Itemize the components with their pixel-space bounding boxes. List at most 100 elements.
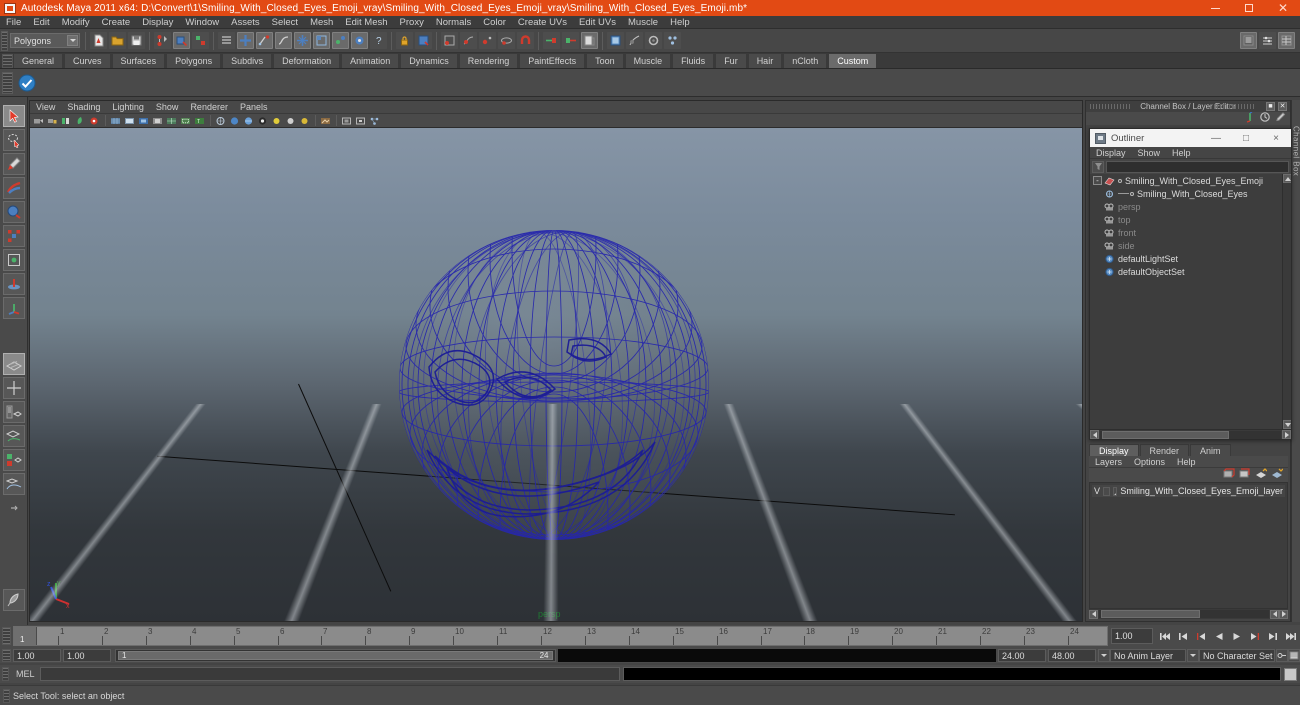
point-handle-icon[interactable] [237,32,254,49]
right-edge-dock-strip[interactable]: Channel Box [1291,100,1300,622]
shelf-tab-fur[interactable]: Fur [715,53,747,68]
outliner-tree[interactable]: - Smiling_With_Closed_Eyes_Emoji Smiling… [1090,174,1291,429]
outliner-maximize-button[interactable]: □ [1231,129,1261,147]
shelf-tab-muscle[interactable]: Muscle [625,53,672,68]
menu-edit-uvs[interactable]: Edit UVs [573,16,622,29]
component-mask-icon[interactable] [218,32,235,49]
layer-playback-toggle[interactable] [1103,487,1110,496]
outliner-close-button[interactable]: × [1261,129,1291,147]
outliner-expand-toggle[interactable]: - [1093,176,1102,185]
camera-attributes-icon[interactable] [60,115,73,127]
playback-options-chevron-icon[interactable] [1098,649,1110,662]
outliner-item-defaultlightset[interactable]: defaultLightSet [1090,252,1291,265]
menu-edit-mesh[interactable]: Edit Mesh [339,16,393,29]
outliner-horizontal-scrollbar[interactable] [1090,429,1291,439]
step-back-frame-icon[interactable] [1193,628,1209,644]
outliner-item-side[interactable]: side [1090,239,1291,252]
all-lights-icon[interactable] [284,115,297,127]
scroll-right-icon[interactable] [1282,430,1291,439]
outliner-item-smiling-with-closed-eyes[interactable]: Smiling_With_Closed_Eyes [1090,187,1291,200]
face-handle-icon[interactable] [294,32,311,49]
hull-handle-icon[interactable] [332,32,349,49]
scroll-right-icon[interactable] [1279,610,1288,619]
shelf-tab-fluids[interactable]: Fluids [672,53,714,68]
scroll-left-icon[interactable] [1090,430,1099,439]
layer-color-swatch[interactable] [1113,487,1117,496]
grid-toggle-icon[interactable] [109,115,122,127]
outliner-vertical-scrollbar[interactable] [1282,174,1291,429]
step-back-keyframe-icon[interactable] [1175,628,1191,644]
character-set-dropdown[interactable]: No Character Set [1199,649,1275,662]
menu-muscle[interactable]: Muscle [622,16,664,29]
current-frame-field[interactable]: 1.00 [1111,628,1153,644]
statusline-drag-handle[interactable] [1,31,8,51]
texture-toggle-icon[interactable] [319,115,332,127]
select-camera-icon[interactable] [32,115,45,127]
selection-mode-dropdown[interactable]: Polygons [10,33,80,48]
attribute-editor-icon[interactable] [1259,111,1271,126]
layer-down-icon[interactable] [1271,468,1283,482]
viewport-menu-panels[interactable]: Panels [234,101,274,114]
shelf-tab-dynamics[interactable]: Dynamics [400,53,458,68]
menu-help[interactable]: Help [664,16,696,29]
shelf-icons-drag-handle[interactable] [2,72,13,94]
more-layouts[interactable] [3,497,25,519]
safe-title-icon[interactable]: T [193,115,206,127]
ipr-render-icon[interactable] [626,32,643,49]
shelf-tab-deformation[interactable]: Deformation [273,53,340,68]
film-gate-icon[interactable] [123,115,136,127]
layer-menu-layers[interactable]: Layers [1089,456,1128,468]
go-to-end-icon[interactable] [1283,628,1299,644]
layer-list[interactable]: V Smiling_With_Closed_Eyes_Emoji_layer [1089,482,1288,609]
output-connection-icon[interactable] [562,32,579,49]
play-forwards-icon[interactable] [1229,628,1245,644]
scroll-left-icon-2[interactable] [1270,610,1279,619]
timeslider-track[interactable]: 1 12345678910111213141516171819202122232… [13,626,1108,646]
scale-tool[interactable] [3,225,25,247]
range-start-time-field[interactable]: 1.00 [63,649,111,662]
select-by-object-icon[interactable] [173,32,190,49]
new-layer-icon[interactable] [1223,468,1235,482]
paint-selection-tool[interactable] [3,153,25,175]
menu-proxy[interactable]: Proxy [394,16,430,29]
outliner-menu-display[interactable]: Display [1090,147,1132,159]
show-manipulator-tool[interactable] [3,297,25,319]
gate-mask-icon[interactable] [151,115,164,127]
chevron-down-icon[interactable] [67,35,78,46]
menu-select[interactable]: Select [266,16,304,29]
layer-row[interactable]: V Smiling_With_Closed_Eyes_Emoji_layer [1092,485,1285,497]
animation-end-time-field[interactable]: 48.00 [1048,649,1096,662]
menu-edit[interactable]: Edit [27,16,55,29]
go-to-start-icon[interactable] [1157,628,1173,644]
select-by-component-icon[interactable] [192,32,209,49]
xray-joints-icon[interactable] [354,115,367,127]
uv-handle-icon[interactable] [313,32,330,49]
shelf-tab-custom[interactable]: Custom [828,53,877,68]
line-handle-icon[interactable] [256,32,273,49]
hypershade-persp-layout[interactable] [3,449,25,471]
shade-xray-icon[interactable] [256,115,269,127]
menu-normals[interactable]: Normals [430,16,477,29]
outliner-menu-help[interactable]: Help [1166,147,1197,159]
menu-create-uvs[interactable]: Create UVs [512,16,573,29]
window-close-button[interactable]: ✕ [1266,0,1300,16]
outliner-persp-layout[interactable] [3,401,25,423]
step-forward-frame-icon[interactable] [1247,628,1263,644]
scroll-up-icon[interactable] [1283,174,1291,183]
layer-horizontal-scrollbar[interactable] [1089,609,1288,619]
outliner-item-defaultobjectset[interactable]: defaultObjectSet [1090,265,1291,278]
layer-menu-options[interactable]: Options [1128,456,1171,468]
select-tool[interactable] [3,105,25,127]
layer-visibility-toggle[interactable]: V [1094,486,1100,496]
tab-display[interactable]: Display [1089,444,1139,456]
shelf-tab-curves[interactable]: Curves [64,53,111,68]
soft-modification-tool[interactable] [3,273,25,295]
shelf-tab-polygons[interactable]: Polygons [166,53,221,68]
play-backwards-icon[interactable] [1211,628,1227,644]
snap-view-icon[interactable] [498,32,515,49]
auto-keyframe-icon[interactable] [1276,649,1288,662]
field-chart-icon[interactable] [165,115,178,127]
scroll-left-icon[interactable] [1089,610,1098,619]
shelf-drag-handle[interactable] [2,54,13,68]
menu-window[interactable]: Window [179,16,225,29]
